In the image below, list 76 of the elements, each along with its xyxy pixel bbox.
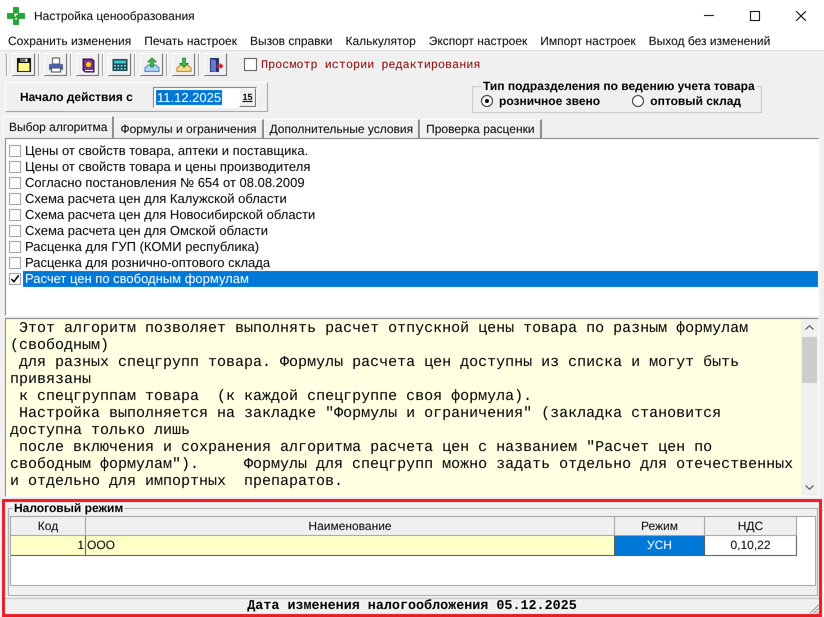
checkbox[interactable] xyxy=(9,161,21,173)
vertical-scrollbar[interactable] xyxy=(801,319,818,496)
maximize-icon xyxy=(750,10,760,20)
window-title: Настройка ценообразования xyxy=(34,8,195,22)
algorithm-item[interactable]: Цены от свойств товара и цены производителя xyxy=(23,159,312,175)
checkbox[interactable] xyxy=(9,273,21,285)
group-title: Налоговый режим xyxy=(13,502,124,515)
radio-button[interactable] xyxy=(481,95,493,107)
menu-item[interactable]: Сохранить изменения xyxy=(1,34,138,48)
column-header[interactable]: Наименование xyxy=(86,517,615,536)
description-paragraph: к спецгруппам товара (к каждой спецгруппе своя формула). xyxy=(18,388,534,405)
checkbox[interactable] xyxy=(9,145,21,157)
menu-item[interactable]: Импорт настроек xyxy=(533,34,642,48)
cross-icon xyxy=(7,6,25,24)
algorithm-item[interactable]: Схема расчета цен для Калужской области xyxy=(23,191,289,207)
checkbox[interactable] xyxy=(9,257,21,269)
arrow-down-tray-icon xyxy=(176,56,192,72)
table-cell[interactable]: 0,10,22 xyxy=(705,536,797,556)
menu-item[interactable]: Выход без изменений xyxy=(642,34,776,48)
save-button[interactable] xyxy=(12,53,35,76)
printer-icon xyxy=(48,56,64,72)
scroll-down-icon[interactable] xyxy=(805,485,814,490)
door-arrow-icon xyxy=(208,56,224,72)
status-text: Дата изменения налогообложения 05.12.2025 xyxy=(247,599,577,614)
radio-button[interactable] xyxy=(632,95,644,107)
arrow-up-tray-icon xyxy=(144,56,160,72)
checkbox[interactable] xyxy=(9,177,21,189)
checkbox[interactable] xyxy=(244,58,257,71)
checkbox[interactable] xyxy=(9,193,21,205)
scroll-up-icon[interactable] xyxy=(805,325,814,330)
table-cell[interactable]: 1 xyxy=(11,536,86,556)
checkbox[interactable] xyxy=(9,209,21,221)
algorithm-item[interactable]: Схема расчета цен для Новосибирской области xyxy=(23,207,318,223)
calendar-button[interactable]: 15 xyxy=(239,88,256,106)
date-label: Начало действия с xyxy=(20,90,134,104)
algorithm-item[interactable]: Расценка для рознично-оптового склада xyxy=(23,255,272,271)
checkbox-label[interactable]: Просмотр истории редактирования xyxy=(261,58,480,72)
date-value[interactable]: 11.12.2025 xyxy=(156,90,222,104)
tab[interactable]: Выбор алгоритма xyxy=(3,116,114,138)
calculator-button[interactable] xyxy=(108,53,131,76)
exit-button[interactable] xyxy=(204,53,227,76)
table-cell[interactable]: УСН xyxy=(615,536,705,556)
description-paragraph: Этот алгоритм позволяет выполнять расчет отпускной цены товара по разным формулам (свободным) xyxy=(10,320,750,354)
radio-label[interactable]: оптовый склад xyxy=(650,94,741,108)
date-field[interactable]: 11.12.2025 15 xyxy=(153,86,257,108)
menu-item[interactable]: Вызов справки xyxy=(242,34,339,48)
column-header[interactable]: Режим xyxy=(615,517,705,536)
minimize-icon xyxy=(704,15,714,16)
group-title: Тип подразделения по ведению учета товара xyxy=(482,80,756,93)
tab[interactable]: Дополнительные условия xyxy=(264,119,420,138)
scrollbar-thumb[interactable] xyxy=(802,337,817,383)
tab[interactable]: Формулы и ограничения xyxy=(114,119,264,138)
export-button[interactable] xyxy=(140,53,163,76)
algorithm-item[interactable]: Согласно постановления № 654 от 08.08.2009 xyxy=(23,175,307,191)
book-icon xyxy=(80,56,96,72)
algorithm-item[interactable]: Расчет цен по свободным формулам xyxy=(23,271,818,287)
menu-item[interactable]: Печать настроек xyxy=(137,34,243,48)
description-paragraph: после включения и сохранения алгоритма расчета цен с названием "Расчет цен по свободным формулам"). Формулы для спецгрупп можно задать отдельно для отечественных и отдельно для импортных препаратов. xyxy=(10,439,794,490)
calculator-icon xyxy=(112,56,128,72)
column-header[interactable]: Код xyxy=(11,517,86,536)
radio-label[interactable]: розничное звено xyxy=(499,94,600,108)
import-button[interactable] xyxy=(172,53,195,76)
resize-grip-icon[interactable] xyxy=(809,604,819,614)
print-button[interactable] xyxy=(44,53,67,76)
checkbox[interactable] xyxy=(9,241,21,253)
checkbox[interactable] xyxy=(9,225,21,237)
algorithm-item[interactable]: Цены от свойств товара, аптеки и поставщика. xyxy=(23,143,310,159)
menu-item[interactable]: Калькулятор xyxy=(338,34,422,48)
tab[interactable]: Проверка расценки xyxy=(420,119,542,138)
close-icon xyxy=(796,10,806,20)
menu-item[interactable]: Экспорт настроек xyxy=(422,34,534,48)
column-header[interactable]: НДС xyxy=(705,517,797,536)
algorithm-item[interactable]: Схема расчета цен для Омской области xyxy=(23,223,270,239)
algorithm-item[interactable]: Расценка для ГУП (КОМИ республика) xyxy=(23,239,262,255)
help-button[interactable] xyxy=(76,53,99,76)
table-cell[interactable]: ООО xyxy=(86,536,615,556)
